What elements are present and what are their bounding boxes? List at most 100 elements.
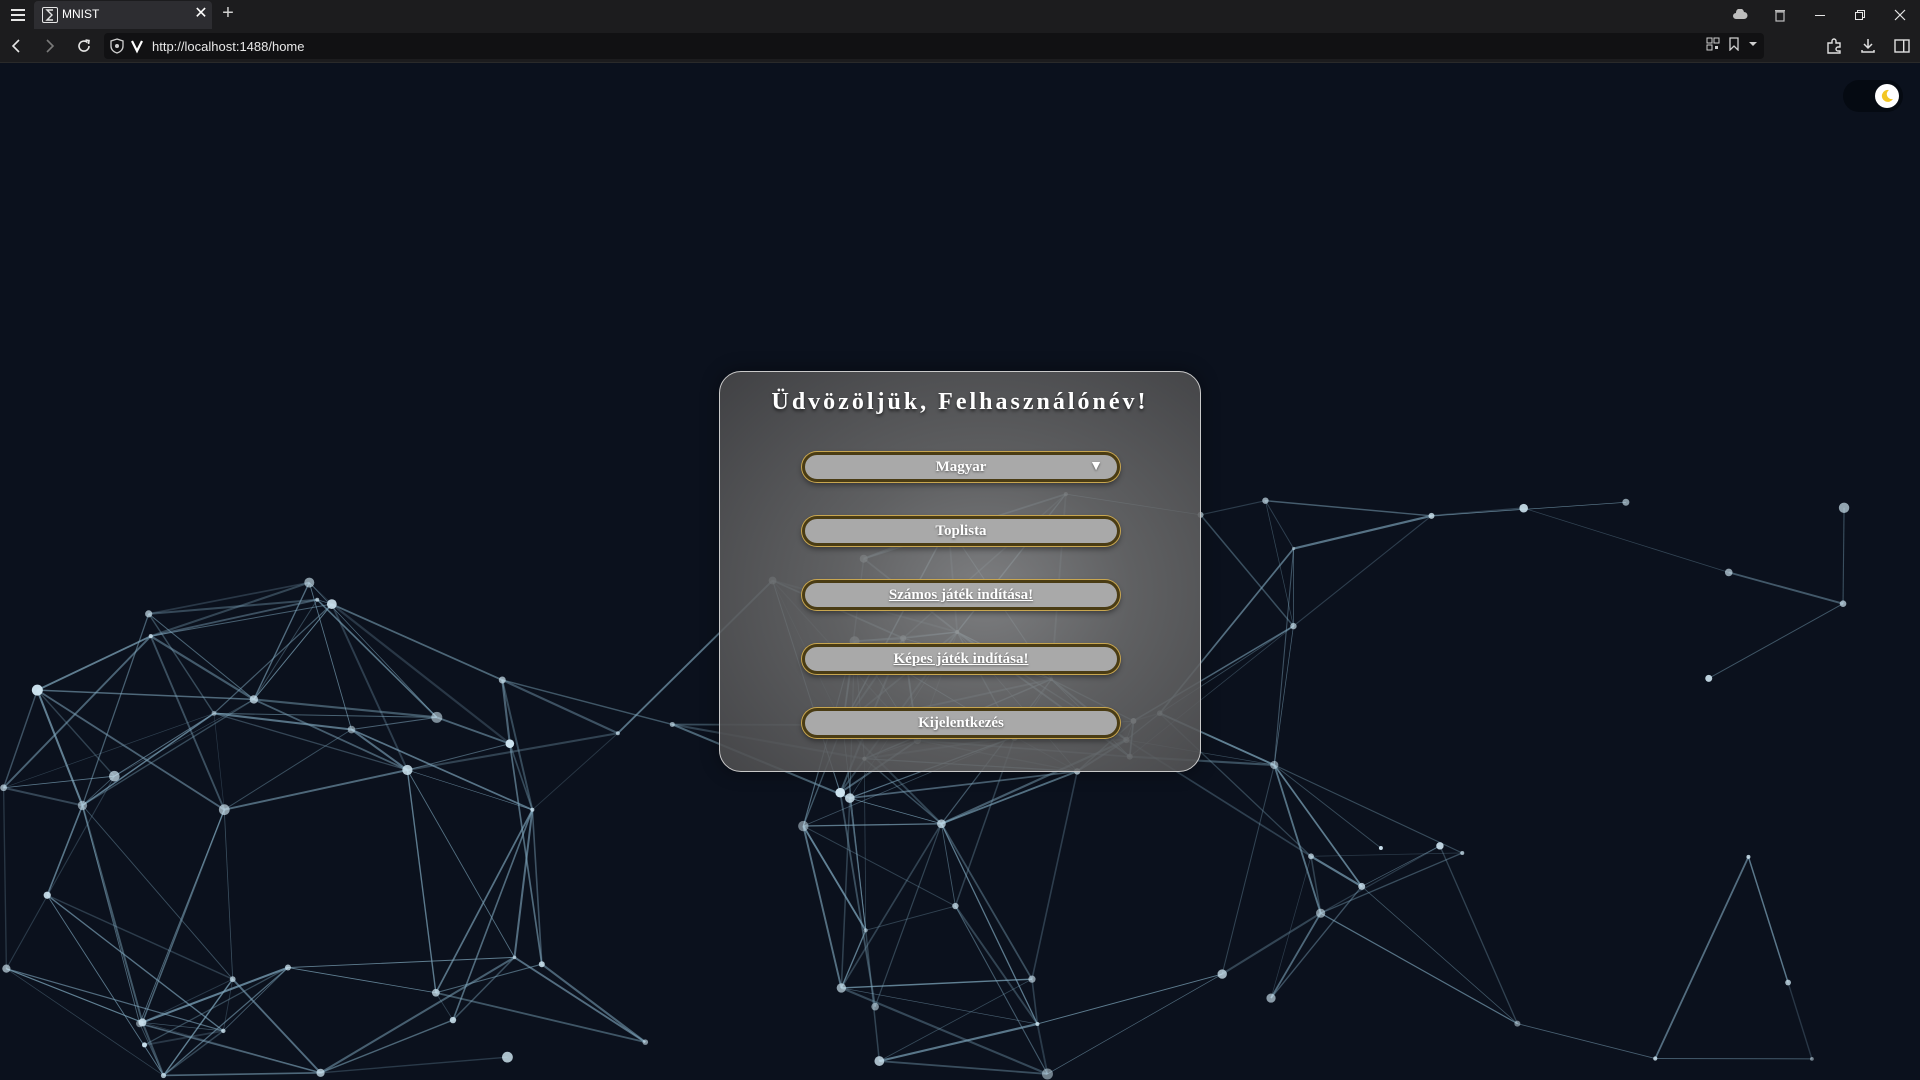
network-line bbox=[841, 978, 1033, 989]
network-line bbox=[37, 689, 254, 701]
network-node bbox=[1514, 1020, 1521, 1027]
forward-button[interactable] bbox=[40, 36, 60, 56]
theme-toggle[interactable] bbox=[1843, 80, 1903, 112]
network-node bbox=[1217, 969, 1227, 979]
network-line bbox=[316, 599, 438, 718]
network-node bbox=[1378, 845, 1383, 850]
network-node bbox=[77, 800, 88, 811]
network-line bbox=[149, 635, 226, 811]
network-node bbox=[502, 1051, 513, 1063]
network-line bbox=[320, 1019, 454, 1074]
network-line bbox=[879, 1022, 1038, 1063]
network-line bbox=[841, 987, 1038, 1025]
side-panel-icon[interactable] bbox=[1890, 34, 1914, 58]
address-bar[interactable]: http://localhost:1488/home bbox=[104, 33, 1764, 59]
network-node bbox=[315, 597, 320, 602]
network-node bbox=[1292, 546, 1296, 551]
network-line bbox=[1265, 499, 1432, 517]
network-node bbox=[835, 787, 846, 798]
network-line bbox=[253, 599, 318, 700]
url-text[interactable]: http://localhost:1488/home bbox=[152, 39, 305, 54]
network-node bbox=[1705, 674, 1713, 682]
reload-button[interactable] bbox=[74, 36, 94, 56]
trash-icon[interactable] bbox=[1760, 0, 1800, 29]
network-line bbox=[144, 967, 289, 1046]
chevron-down-icon[interactable] bbox=[1748, 40, 1758, 48]
network-line bbox=[1031, 771, 1078, 980]
network-line bbox=[407, 769, 515, 958]
browser-toolbar: http://localhost:1488/home bbox=[0, 29, 1920, 63]
toplist-button[interactable]: Toplista bbox=[802, 516, 1120, 546]
network-node bbox=[1746, 854, 1751, 859]
network-node bbox=[148, 634, 153, 639]
network-line bbox=[139, 1022, 321, 1074]
close-window-icon[interactable] bbox=[1880, 0, 1920, 29]
minimize-icon[interactable] bbox=[1800, 0, 1840, 29]
network-node bbox=[326, 599, 337, 610]
network-line bbox=[802, 825, 843, 989]
network-node bbox=[1809, 1056, 1814, 1061]
cloud-icon[interactable] bbox=[1720, 0, 1760, 29]
network-node bbox=[952, 902, 959, 910]
logout-button[interactable]: Kijelentkezés bbox=[802, 708, 1120, 738]
network-node bbox=[1270, 760, 1279, 770]
network-node bbox=[505, 739, 515, 748]
network-node bbox=[431, 711, 443, 723]
bookmark-icon[interactable] bbox=[1728, 37, 1740, 51]
network-node bbox=[316, 1068, 325, 1077]
network-node bbox=[1358, 882, 1366, 890]
download-icon[interactable] bbox=[1856, 34, 1880, 58]
network-line bbox=[1654, 856, 1750, 1059]
new-tab-button[interactable]: + bbox=[218, 3, 238, 25]
browser-tab[interactable]: MNIST ✕ bbox=[34, 1, 212, 29]
logout-label: Kijelentkezés bbox=[918, 714, 1004, 731]
network-line bbox=[1037, 973, 1223, 1025]
start-image-game-link[interactable]: Képes játék indítása! bbox=[802, 644, 1120, 674]
network-node bbox=[1519, 503, 1528, 513]
network-line bbox=[879, 978, 1033, 1062]
network-node bbox=[1460, 850, 1465, 855]
toplist-label: Toplista bbox=[935, 522, 987, 539]
network-node bbox=[249, 695, 259, 704]
shield-icon[interactable] bbox=[110, 38, 124, 54]
vivaldi-v-icon[interactable] bbox=[130, 38, 144, 54]
language-select[interactable]: Magyar ▼ bbox=[802, 452, 1120, 482]
network-line bbox=[320, 956, 516, 1074]
network-line bbox=[954, 905, 1039, 1025]
favicon-icon bbox=[42, 7, 58, 23]
network-line bbox=[114, 712, 215, 777]
tab-bar: MNIST ✕ + bbox=[0, 0, 1920, 29]
network-node bbox=[874, 1056, 885, 1066]
network-node bbox=[669, 721, 675, 727]
network-line bbox=[1265, 500, 1294, 627]
tab-title: MNIST bbox=[62, 7, 100, 21]
network-node bbox=[1724, 568, 1733, 577]
network-node bbox=[615, 731, 620, 736]
network-line bbox=[508, 743, 543, 965]
network-line bbox=[1320, 852, 1463, 914]
language-select-value: Magyar bbox=[935, 458, 987, 475]
network-line bbox=[1310, 855, 1363, 888]
network-line bbox=[150, 635, 255, 701]
network-line bbox=[82, 698, 255, 807]
network-line bbox=[1036, 1023, 1049, 1075]
restore-icon[interactable] bbox=[1840, 0, 1880, 29]
network-line bbox=[3, 786, 83, 807]
network-line bbox=[840, 930, 867, 989]
qr-code-icon[interactable] bbox=[1706, 37, 1720, 51]
network-line bbox=[1274, 764, 1382, 849]
network-node bbox=[1785, 979, 1791, 986]
close-tab-icon[interactable]: ✕ bbox=[192, 4, 210, 24]
extensions-icon[interactable] bbox=[1822, 34, 1846, 58]
network-line bbox=[407, 769, 533, 811]
reload-icon bbox=[78, 39, 90, 52]
network-line bbox=[287, 956, 515, 969]
network-node bbox=[229, 976, 236, 983]
network-line bbox=[114, 699, 255, 777]
back-button[interactable] bbox=[6, 36, 26, 56]
network-node bbox=[1308, 853, 1314, 860]
network-line bbox=[232, 978, 322, 1074]
browser-menu-button[interactable] bbox=[8, 5, 28, 25]
network-line bbox=[1273, 764, 1322, 914]
start-number-game-link[interactable]: Számos játék indítása! bbox=[802, 580, 1120, 610]
